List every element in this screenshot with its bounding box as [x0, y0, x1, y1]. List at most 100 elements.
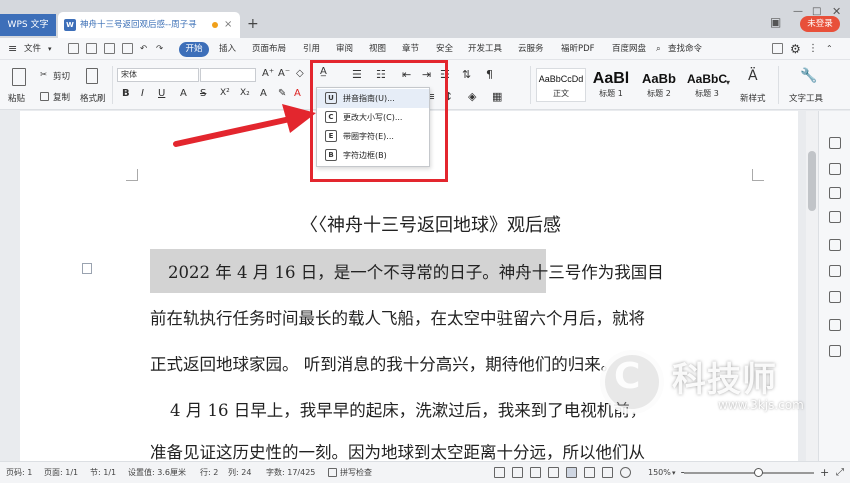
tab-baidu-netdisk[interactable]: 百度网盘 [612, 38, 646, 60]
doc-info-icon[interactable] [829, 319, 841, 331]
tab-page-layout[interactable]: 页面布局 [252, 38, 286, 60]
subscript-icon[interactable]: X₂ [240, 88, 250, 98]
tab-review[interactable]: 审阅 [336, 38, 353, 60]
cut-button[interactable]: 剪切 [53, 70, 70, 82]
cloud-sync-icon[interactable] [772, 43, 783, 54]
undo-icon[interactable]: ↶ [140, 38, 147, 60]
page-view-icon[interactable] [566, 467, 577, 478]
copy-button[interactable]: 复制 [53, 91, 70, 103]
tab-security[interactable]: 安全 [436, 38, 453, 60]
paste-button[interactable]: 粘贴 [8, 92, 25, 104]
list-icon[interactable] [829, 239, 841, 251]
text-tools-button[interactable]: 文字工具 [789, 92, 823, 104]
search-command[interactable]: 查找命令 [668, 38, 702, 60]
zoom-in-icon[interactable]: + [820, 462, 829, 483]
scrollbar-thumb[interactable] [808, 151, 816, 211]
underline-icon[interactable]: U [158, 88, 165, 99]
document-tab[interactable]: W 神舟十三号返回观后感--周子寻 × [58, 12, 240, 38]
app-tab[interactable]: WPS 文字 [0, 14, 56, 36]
bold-icon[interactable]: B [122, 88, 130, 99]
tab-developer[interactable]: 开发工具 [468, 38, 502, 60]
text-effect-icon[interactable]: A [260, 88, 267, 99]
paste-icon[interactable] [12, 68, 26, 86]
status-page-number[interactable]: 页码: 1 [6, 462, 32, 483]
tab-view[interactable]: 视图 [369, 38, 386, 60]
save-icon[interactable] [86, 43, 97, 54]
strikethrough-icon[interactable]: S [200, 88, 206, 99]
new-style-button[interactable]: 新样式 [740, 92, 766, 104]
reading-mode-icon[interactable] [530, 467, 541, 478]
status-bar: 页码: 1 页面: 1/1 节: 1/1 设置值: 3.6厘米 行: 2 列: … [0, 461, 850, 483]
tab-references[interactable]: 引用 [303, 38, 320, 60]
full-screen-icon[interactable] [512, 467, 523, 478]
shrink-font-icon[interactable]: A⁻ [278, 68, 290, 79]
highlight-icon[interactable]: ✎ [278, 88, 286, 99]
spell-check-button[interactable]: 拼写检查 [340, 462, 372, 483]
chevron-down-icon[interactable]: ▾ [48, 38, 52, 60]
hamburger-icon[interactable]: ≡ [8, 38, 17, 60]
grow-font-icon[interactable]: A⁺ [262, 68, 274, 79]
status-pages[interactable]: 页面: 1/1 [44, 462, 78, 483]
zoom-level[interactable]: 150% [648, 462, 671, 483]
adjust-icon[interactable] [829, 265, 841, 277]
file-menu[interactable]: 文件 [24, 38, 41, 60]
shading-icon[interactable]: ◈ [468, 90, 476, 103]
styles-expand-icon[interactable]: ▾ [726, 78, 730, 87]
history-icon[interactable] [829, 291, 841, 303]
style-normal[interactable]: AaBbCcDd 正文 [536, 68, 586, 102]
protect-view-icon[interactable] [494, 467, 505, 478]
status-column: 列: 24 [228, 468, 252, 477]
font-size-select[interactable] [200, 68, 256, 82]
tab-start[interactable]: 开始 [179, 42, 209, 57]
new-tab-button[interactable]: + [247, 14, 259, 34]
font-color-icon[interactable]: A [294, 88, 301, 99]
eye-protection-icon[interactable] [620, 467, 631, 478]
select-icon[interactable] [829, 163, 841, 175]
style-sample: AaBl [592, 70, 630, 87]
status-word-count[interactable]: 字数: 17/425 [266, 462, 315, 483]
search-icon: ⌕ [656, 44, 661, 54]
edit-icon[interactable] [829, 137, 841, 149]
preview-icon[interactable] [122, 43, 133, 54]
style-heading-1[interactable]: AaBl 标题 1 [586, 68, 636, 102]
border-icon[interactable]: ▦ [492, 90, 502, 103]
status-setting-value[interactable]: 设置值: 3.6厘米 [128, 462, 186, 483]
clear-format-icon[interactable]: ◇ [296, 68, 304, 79]
zoom-slider[interactable] [684, 472, 814, 474]
zoom-dropdown-icon[interactable]: ▾ [672, 462, 676, 483]
superscript-icon[interactable]: X² [220, 88, 230, 98]
print-icon[interactable] [104, 43, 115, 54]
web-view-icon[interactable] [584, 467, 595, 478]
outline-view-icon[interactable] [548, 467, 559, 478]
collapse-ribbon-icon[interactable]: ⌃ [826, 38, 833, 60]
shape-icon[interactable] [829, 187, 841, 199]
restore-icon[interactable]: ▣ [770, 12, 781, 32]
wps-doc-icon: W [64, 19, 76, 31]
tab-foxit-pdf[interactable]: 福昕PDF [561, 38, 595, 60]
watermark-c-icon: C [614, 356, 641, 397]
login-button[interactable]: 未登录 [800, 16, 840, 32]
font-name-select[interactable]: 宋体 [117, 68, 199, 82]
format-painter-button[interactable]: 格式刷 [80, 92, 106, 104]
lock-icon[interactable] [829, 211, 841, 223]
gear-icon[interactable]: ⚙ [790, 38, 801, 60]
close-tab-icon[interactable]: × [224, 12, 232, 38]
divider [778, 66, 779, 104]
style-heading-2[interactable]: AaBb 标题 2 [634, 68, 684, 102]
status-section[interactable]: 节: 1/1 [90, 462, 116, 483]
fit-page-icon[interactable]: ⤢ [836, 462, 844, 483]
tab-insert[interactable]: 插入 [219, 38, 236, 60]
show-marks-icon[interactable]: ¶ [486, 68, 493, 81]
sort-icon[interactable]: ⇅ [462, 68, 471, 81]
font-color-alt-icon[interactable]: A [180, 88, 187, 99]
paragraph-handle-icon[interactable] [82, 263, 92, 274]
zoom-slider-handle[interactable] [754, 468, 763, 477]
style-heading-3[interactable]: AaBbC 标题 3 [682, 68, 732, 102]
tab-chapter[interactable]: 章节 [402, 38, 419, 60]
open-folder-icon[interactable] [68, 43, 79, 54]
tab-cloud[interactable]: 云服务 [518, 38, 544, 60]
more-icon[interactable]: ⋮ [808, 38, 818, 60]
italic-icon[interactable]: I [141, 88, 144, 99]
write-mode-icon[interactable] [602, 467, 613, 478]
redo-icon[interactable]: ↷ [156, 38, 163, 60]
